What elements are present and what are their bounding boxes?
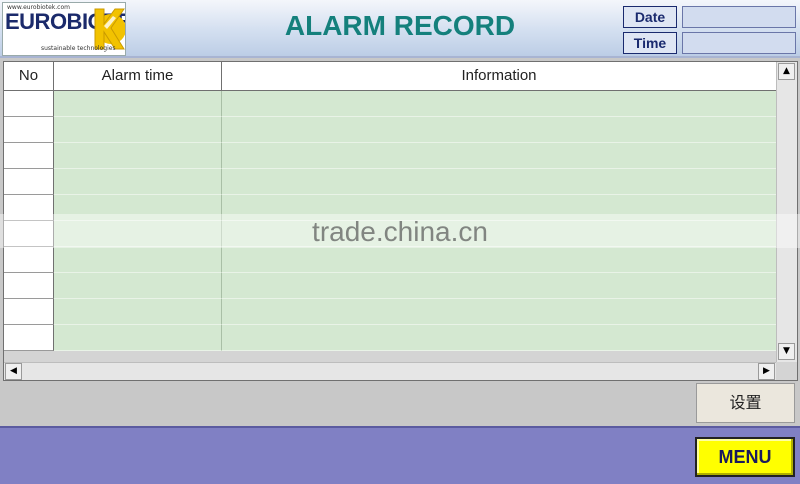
cell-alarm-time — [54, 143, 222, 169]
table-row[interactable] — [4, 221, 776, 247]
cell-alarm-time — [54, 117, 222, 143]
column-header-information[interactable]: Information — [222, 62, 776, 90]
cell-alarm-time — [54, 299, 222, 325]
horizontal-scrollbar[interactable]: ◀ ▶ — [4, 362, 776, 380]
cell-no — [4, 91, 54, 117]
cell-information — [222, 117, 776, 143]
menu-button[interactable]: MENU — [695, 437, 795, 477]
cell-information — [222, 273, 776, 299]
cell-information — [222, 247, 776, 273]
column-header-alarm-time[interactable]: Alarm time — [54, 62, 222, 90]
table-header: No Alarm time Information — [4, 62, 776, 91]
table-row[interactable] — [4, 247, 776, 273]
time-display — [682, 32, 796, 54]
time-label: Time — [623, 32, 677, 54]
bottom-bar — [0, 426, 800, 484]
date-display — [682, 6, 796, 28]
cell-no — [4, 273, 54, 299]
cell-alarm-time — [54, 221, 222, 247]
table-row[interactable] — [4, 91, 776, 117]
cell-no — [4, 299, 54, 325]
cell-no — [4, 247, 54, 273]
cell-alarm-time — [54, 247, 222, 273]
column-header-no[interactable]: No — [4, 62, 54, 90]
scroll-down-icon[interactable]: ▼ — [778, 343, 795, 360]
table-row[interactable] — [4, 117, 776, 143]
cell-information — [222, 221, 776, 247]
table-row[interactable] — [4, 299, 776, 325]
header-bar: www.eurobiotek.com EUROBIOTE sustainable… — [0, 0, 800, 58]
page-title: ALARM RECORD — [284, 10, 516, 41]
table-row[interactable] — [4, 169, 776, 195]
cell-information — [222, 169, 776, 195]
cell-no — [4, 143, 54, 169]
cell-information — [222, 195, 776, 221]
cell-alarm-time — [54, 325, 222, 351]
settings-button[interactable]: 设置 — [696, 383, 795, 423]
eurobiotek-logo: www.eurobiotek.com EUROBIOTE sustainable… — [2, 2, 126, 56]
table-row[interactable] — [4, 195, 776, 221]
table-row[interactable] — [4, 325, 776, 351]
cell-no — [4, 221, 54, 247]
scroll-right-icon[interactable]: ▶ — [758, 363, 775, 380]
cell-no — [4, 195, 54, 221]
cell-alarm-time — [54, 91, 222, 117]
cell-information — [222, 91, 776, 117]
cell-information — [222, 325, 776, 351]
table-row[interactable] — [4, 143, 776, 169]
table-body — [4, 91, 776, 351]
vertical-scrollbar[interactable]: ▲ ▼ — [776, 62, 797, 362]
cell-information — [222, 299, 776, 325]
cell-alarm-time — [54, 169, 222, 195]
scroll-up-icon[interactable]: ▲ — [778, 63, 795, 80]
cell-alarm-time — [54, 195, 222, 221]
cell-no — [4, 325, 54, 351]
cell-alarm-time — [54, 273, 222, 299]
cell-no — [4, 117, 54, 143]
scrollbar-corner — [776, 362, 797, 380]
cell-information — [222, 143, 776, 169]
scroll-left-icon[interactable]: ◀ — [5, 363, 22, 380]
table-row[interactable] — [4, 273, 776, 299]
date-label: Date — [623, 6, 677, 28]
cell-no — [4, 169, 54, 195]
alarm-table: No Alarm time Information ▲ ▼ ◀ ▶ — [3, 61, 798, 381]
logo-tagline: sustainable technologies — [41, 45, 116, 52]
